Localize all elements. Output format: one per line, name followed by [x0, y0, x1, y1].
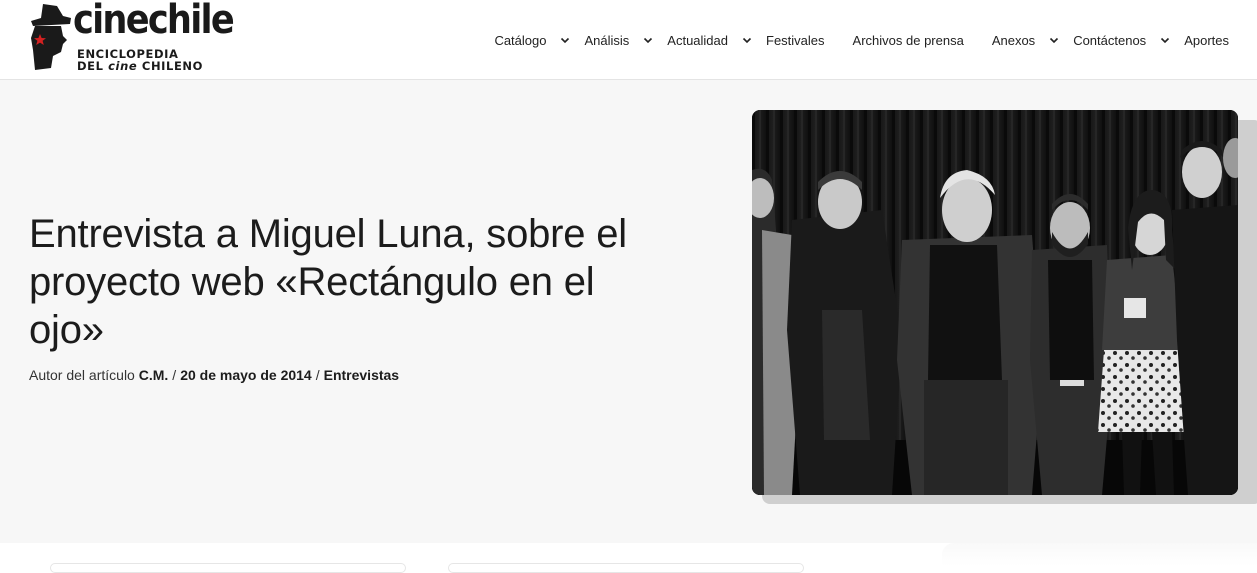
category-link[interactable]: Entrevistas [324, 367, 399, 383]
nav-label: Archivos de prensa [852, 32, 964, 48]
content-card [448, 563, 804, 573]
nav-label: Catálogo [494, 32, 547, 48]
main-nav: Catálogo Análisis Actualidad Festivales … [494, 29, 1229, 51]
site-header: cinechile ENCICLOPEDIA DEL cine CHILENO … [0, 0, 1257, 80]
logo-wordmark: cinechile [73, 0, 235, 43]
article-date: 20 de mayo de 2014 [180, 367, 312, 383]
meta-separator: / [172, 367, 177, 383]
sidebar-panel [942, 543, 1257, 566]
chevron-down-icon [742, 37, 752, 44]
nav-item-catalogo[interactable]: Catálogo [494, 29, 570, 51]
featured-photo [752, 110, 1238, 495]
nav-item-actualidad[interactable]: Actualidad [667, 29, 752, 51]
nav-item-analisis[interactable]: Análisis [584, 29, 653, 51]
cinechile-logo-icon [31, 4, 71, 70]
meta-separator: / [315, 367, 320, 383]
content-card [50, 563, 406, 573]
nav-label: Aportes [1184, 32, 1229, 48]
nav-item-anexos[interactable]: Anexos [992, 29, 1059, 51]
nav-label: Anexos [991, 32, 1036, 48]
article-hero: Entrevista a Miguel Luna, sobre el proye… [0, 80, 1257, 543]
nav-label: Festivales [766, 32, 825, 48]
logo-subtitle-2: DEL cine CHILENO [77, 59, 204, 73]
nav-item-festivales[interactable]: Festivales [766, 29, 825, 51]
nav-item-archivos-de-prensa[interactable]: Archivos de prensa [853, 29, 964, 51]
nav-item-aportes[interactable]: Aportes [1184, 29, 1229, 51]
article-meta: Autor del artículo C.M./20 de mayo de 20… [29, 367, 399, 383]
featured-image [752, 110, 1238, 495]
chevron-down-icon [644, 37, 653, 44]
chevron-down-icon [561, 37, 570, 44]
nav-label: Contáctenos [1073, 32, 1147, 48]
author-link[interactable]: C.M. [139, 367, 169, 383]
nav-label: Actualidad [667, 32, 728, 48]
article-title: Entrevista a Miguel Luna, sobre el proye… [29, 212, 627, 352]
chevron-down-icon [1050, 37, 1059, 44]
author-prefix: Autor del artículo [29, 367, 139, 383]
nav-item-contactenos[interactable]: Contáctenos [1073, 29, 1170, 51]
site-logo[interactable]: cinechile ENCICLOPEDIA DEL cine CHILENO [27, 0, 235, 74]
nav-label: Análisis [584, 32, 630, 48]
chevron-down-icon [1161, 37, 1170, 44]
